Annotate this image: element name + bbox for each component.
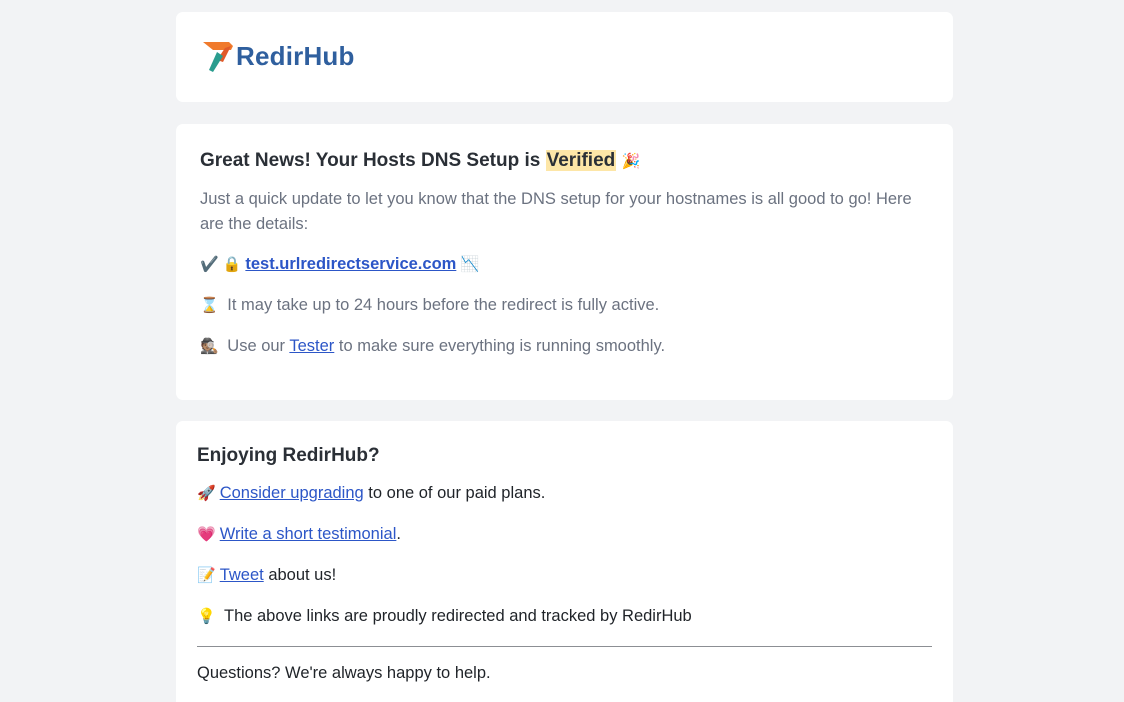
upgrade-row: 🚀 Consider upgrading to one of our paid p…	[197, 481, 932, 506]
tester-row: 🕵🏽 Use our Tester to make sure everythin…	[200, 334, 929, 359]
memo-icon: 📝	[197, 567, 216, 584]
verified-heading: Great News! Your Hosts DNS Setup is Veri…	[200, 148, 929, 175]
email-viewport: RedirHub Great News! Your Hosts DNS Setu…	[0, 0, 1124, 702]
logo-card: RedirHub	[176, 12, 953, 102]
tweet-row: 📝 Tweet about us!	[197, 563, 932, 588]
hostname-link[interactable]: test.urlredirectservice.com	[245, 255, 456, 273]
redirhub-mark-icon	[203, 42, 233, 72]
footer-divider	[197, 646, 932, 647]
party-popper-icon: 🎉	[621, 153, 641, 170]
detective-icon: 🕵🏽	[200, 338, 219, 355]
dns-verified-card: Great News! Your Hosts DNS Setup is Veri…	[176, 124, 953, 400]
wait-row: ⌛ It may take up to 24 hours before the …	[200, 293, 929, 318]
chart-decreasing-icon: 📉	[460, 256, 480, 273]
testimonial-row: 💗 Write a short testimonial.	[197, 522, 932, 547]
verified-highlight: Verified	[545, 150, 617, 171]
tracked-text: The above links are proudly redirected a…	[223, 607, 692, 625]
wait-text: It may take up to 24 hours before the re…	[227, 296, 660, 314]
tweet-post-text: about us!	[268, 566, 337, 584]
testimonial-post-text: .	[396, 525, 401, 543]
heart-icon: 💗	[197, 526, 216, 543]
upgrade-post-text: to one of our paid plans.	[368, 484, 546, 502]
tweet-link[interactable]: Tweet	[220, 566, 264, 584]
heading-prefix: Great News! Your Hosts DNS Setup is	[200, 150, 541, 171]
enjoying-card: Enjoying RedirHub? 🚀 Consider upgrading t…	[176, 421, 953, 702]
testimonial-link[interactable]: Write a short testimonial	[220, 525, 397, 543]
questions-text: Questions? We're always happy to help.	[197, 664, 491, 682]
lock-icon: 🔒	[222, 256, 242, 273]
hourglass-icon: ⌛	[200, 297, 219, 314]
intro-text: Just a quick update to let you know that…	[200, 190, 912, 233]
tester-link[interactable]: Tester	[289, 337, 334, 355]
host-row: ✔️ 🔒 test.urlredirectservice.com 📉	[200, 252, 929, 277]
brand-logo[interactable]: RedirHub	[203, 40, 355, 72]
upgrade-link[interactable]: Consider upgrading	[220, 484, 364, 502]
enjoying-heading: Enjoying RedirHub?	[197, 445, 380, 466]
tracked-row: 💡 The above links are proudly redirected…	[197, 604, 932, 629]
rocket-icon: 🚀	[197, 485, 216, 502]
tester-post-text: to make sure everything is running smoot…	[338, 337, 666, 355]
check-mark-icon: ✔️	[200, 256, 219, 273]
light-bulb-icon: 💡	[197, 608, 216, 625]
tester-pre-text: Use our	[227, 337, 286, 355]
brand-name: RedirHub	[236, 40, 355, 71]
